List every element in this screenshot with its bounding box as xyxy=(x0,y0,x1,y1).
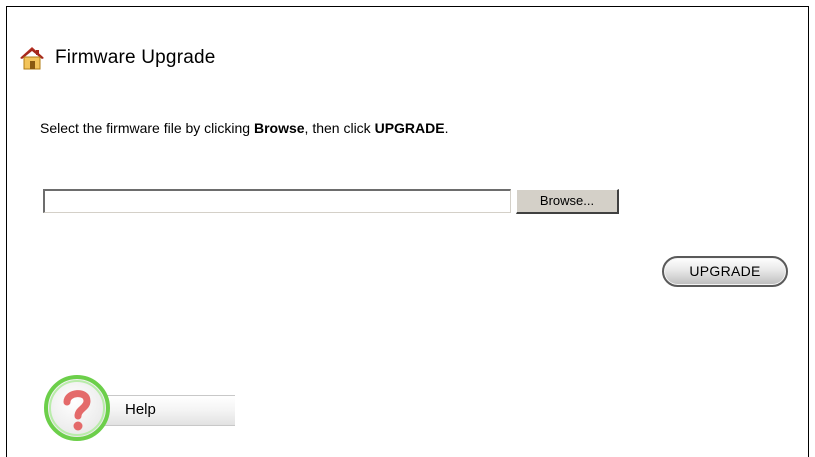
upgrade-button[interactable]: UPGRADE xyxy=(662,256,788,287)
page-header: Firmware Upgrade xyxy=(19,41,216,75)
instruction-text: Select the firmware file by clicking Bro… xyxy=(40,120,448,136)
instruction-prefix: Select the firmware file by clicking xyxy=(40,120,254,136)
content-frame: Firmware Upgrade Select the firmware fil… xyxy=(6,6,809,457)
help-link[interactable]: Help xyxy=(43,374,235,444)
home-icon xyxy=(19,45,45,71)
help-label[interactable]: Help xyxy=(125,401,156,418)
instruction-upgrade-word: UPGRADE xyxy=(374,120,445,136)
instruction-browse-word: Browse xyxy=(253,120,305,136)
instruction-suffix: . xyxy=(444,120,449,136)
instruction-middle: , then click xyxy=(304,120,375,136)
help-question-icon[interactable] xyxy=(43,374,111,442)
browse-button[interactable]: Browse... xyxy=(516,189,619,214)
page-title: Firmware Upgrade xyxy=(55,47,216,68)
firmware-file-input[interactable] xyxy=(43,189,511,213)
